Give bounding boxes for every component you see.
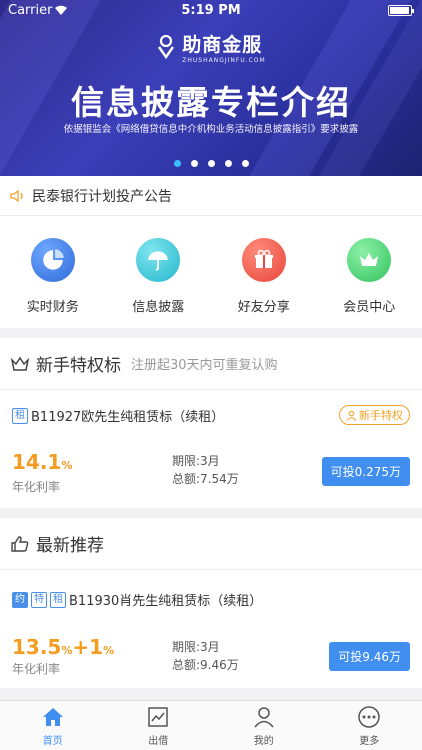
quicknav-label: 好友分享 xyxy=(237,300,290,315)
product-meta: 期限:3月 总额:7.54万 xyxy=(172,452,239,488)
tab-bar: 首页 出借 我的 更多 xyxy=(0,700,422,750)
tab-label: 出借 xyxy=(148,735,169,747)
term: 期限:3月 xyxy=(172,454,220,468)
banner-headline: 信息披露专栏介绍 xyxy=(71,83,351,122)
rate-label: 年化利率 xyxy=(12,662,61,676)
tab-label: 更多 xyxy=(359,735,380,747)
section-hint: 注册起30天内可重复认购 xyxy=(131,358,278,373)
quicknav-share[interactable]: 好友分享 xyxy=(211,216,317,328)
section-header: 最新推荐 xyxy=(0,518,422,570)
product-meta: 期限:3月 总额:9.46万 xyxy=(172,638,239,674)
product-tag: 特 xyxy=(31,591,47,608)
banner-caption: 依据银监会《网络借贷信息中介机构业务活动信息披露指引》要求披露 xyxy=(63,124,359,135)
hero-banner[interactable]: 助商金服 ZHUSHANGJINFU.COM 信息披露专栏介绍 依据银监会《网络… xyxy=(0,0,422,176)
umbrella-icon xyxy=(136,238,181,282)
crown-icon xyxy=(347,238,392,282)
quicknav-disclosure[interactable]: 信息披露 xyxy=(106,216,212,328)
product-tag: 约 xyxy=(12,591,28,608)
carousel-dot[interactable] xyxy=(241,160,249,167)
rate-unit: % xyxy=(61,644,73,657)
quicknav-label: 会员中心 xyxy=(343,300,396,315)
carousel-dot[interactable] xyxy=(207,160,215,167)
invest-button[interactable]: 可投0.275万 xyxy=(321,457,410,486)
battery-icon xyxy=(388,5,414,16)
annual-rate: 13.5%+1% xyxy=(12,635,114,659)
quick-nav: 实时财务 信息披露 好友分享 会员中心 xyxy=(0,216,422,328)
novice-section: 新手特权标 注册起30天内可重复认购 租 B11927欧先生纯租赁标（续租） 新… xyxy=(0,338,422,508)
chart-icon xyxy=(148,706,168,727)
brand-sub: ZHUSHANGJINFU.COM xyxy=(182,57,266,64)
quicknav-finance[interactable]: 实时财务 xyxy=(0,216,106,328)
gift-icon xyxy=(241,238,286,282)
carousel-dot[interactable] xyxy=(224,160,232,167)
tab-label: 我的 xyxy=(253,735,274,747)
speaker-icon xyxy=(10,189,23,202)
section-title: 新手特权标 xyxy=(36,356,121,376)
quicknav-label: 实时财务 xyxy=(26,300,79,315)
brand-logo: 助商金服 ZHUSHANGJINFU.COM xyxy=(0,30,422,64)
thumbs-up-icon xyxy=(11,535,29,552)
quicknav-member[interactable]: 会员中心 xyxy=(317,216,422,328)
product-tag: 租 xyxy=(12,407,28,424)
logo-mark-icon xyxy=(158,35,175,59)
section-title: 最新推荐 xyxy=(36,536,104,556)
product-name: B11927欧先生纯租赁标（续租） xyxy=(31,410,225,425)
tab-mine[interactable]: 我的 xyxy=(211,701,317,750)
novice-badge: 新手特权 xyxy=(339,405,410,425)
more-icon xyxy=(358,705,380,728)
clock: 5:19 PM xyxy=(181,3,241,18)
tab-label: 首页 xyxy=(42,735,63,747)
product-card[interactable]: 租 B11927欧先生纯租赁标（续租） 新手特权 14.1% 年化利率 期限:3… xyxy=(0,390,422,508)
crown-outline-icon xyxy=(10,356,30,371)
product-name-row: 约 特 租 B11930肖先生纯租赁标（续租） xyxy=(12,590,262,609)
tab-more[interactable]: 更多 xyxy=(317,701,422,750)
annual-rate: 14.1% xyxy=(12,450,72,474)
pie-chart-icon xyxy=(30,238,75,282)
latest-section: 最新推荐 约 特 租 B11930肖先生纯租赁标（续租） 13.5%+1% 年化… xyxy=(0,518,422,688)
status-bar: Carrier 5:19 PM xyxy=(0,0,422,22)
total-amount: 总额:7.54万 xyxy=(172,472,239,486)
announcement-text[interactable]: 民泰银行计划投产公告 xyxy=(32,186,172,206)
tab-lend[interactable]: 出借 xyxy=(106,701,212,750)
rate-label: 年化利率 xyxy=(12,480,61,494)
section-header: 新手特权标 注册起30天内可重复认购 xyxy=(0,338,422,390)
term: 期限:3月 xyxy=(172,640,220,654)
product-name-row: 租 B11927欧先生纯租赁标（续租） xyxy=(12,406,224,425)
total-amount: 总额:9.46万 xyxy=(172,658,239,672)
rate-value: 14.1 xyxy=(12,450,62,474)
product-name: B11930肖先生纯租赁标（续租） xyxy=(69,594,263,609)
tab-home[interactable]: 首页 xyxy=(0,701,106,750)
product-card[interactable]: 约 特 租 B11930肖先生纯租赁标（续租） 13.5%+1% 年化利率 期限… xyxy=(0,570,422,688)
novice-badge-label: 新手特权 xyxy=(359,409,403,422)
home-icon xyxy=(42,707,63,726)
product-tag: 租 xyxy=(50,591,66,608)
carousel-dots[interactable] xyxy=(0,160,422,167)
rate-unit: % xyxy=(61,459,73,472)
rate-bonus: +1 xyxy=(72,635,104,659)
rate-bonus-unit: % xyxy=(103,644,115,657)
quicknav-label: 信息披露 xyxy=(132,300,185,315)
brand-name: 助商金服 xyxy=(182,34,263,56)
carousel-dot[interactable] xyxy=(190,160,198,167)
user-icon xyxy=(254,706,274,727)
invest-button[interactable]: 可投9.46万 xyxy=(329,642,410,671)
rate-value: 13.5 xyxy=(12,635,62,659)
announcement-bar[interactable]: 民泰银行计划投产公告 xyxy=(0,176,422,216)
user-outline-icon xyxy=(346,410,357,421)
carousel-dot[interactable] xyxy=(173,160,181,167)
